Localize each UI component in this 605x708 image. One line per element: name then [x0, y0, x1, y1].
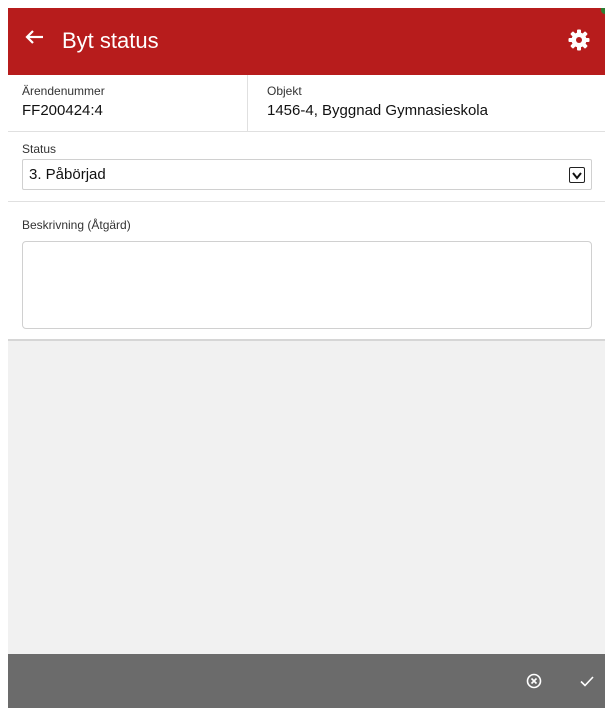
circle-x-icon — [526, 673, 542, 689]
checkmark-icon — [580, 676, 594, 687]
cancel-button[interactable] — [522, 669, 546, 693]
status-indicator — [601, 8, 605, 14]
back-button[interactable] — [22, 28, 48, 54]
description-label: Beskrivning (Åtgärd) — [22, 218, 131, 232]
object-cell: Objekt 1456-4, Byggnad Gymnasieskola — [248, 75, 605, 132]
case-number-value: FF200424:4 — [22, 102, 103, 119]
status-selected-value: 3. Påbörjad — [29, 166, 106, 183]
status-select[interactable]: 3. Påbörjad — [22, 159, 592, 190]
description-section: Beskrivning (Åtgärd) — [8, 203, 605, 339]
app-window: Byt status Ärendenummer FF200424:4 Objek… — [8, 8, 605, 708]
gear-icon — [568, 29, 590, 51]
description-textarea[interactable] — [22, 241, 592, 329]
object-label: Objekt — [267, 84, 302, 98]
case-number-label: Ärendenummer — [22, 84, 105, 98]
status-form: Ärendenummer FF200424:4 Objekt 1456-4, B… — [8, 75, 605, 341]
info-row: Ärendenummer FF200424:4 Objekt 1456-4, B… — [8, 75, 605, 132]
arrow-left-icon — [25, 30, 43, 44]
page-title: Byt status — [62, 28, 159, 53]
object-value: 1456-4, Byggnad Gymnasieskola — [267, 102, 488, 119]
case-number-cell: Ärendenummer FF200424:4 — [8, 75, 248, 132]
app-header: Byt status — [8, 8, 605, 75]
confirm-button[interactable] — [575, 669, 599, 693]
chevron-down-icon[interactable] — [569, 167, 585, 183]
action-footer — [8, 654, 605, 708]
settings-button[interactable] — [567, 28, 591, 52]
status-label: Status — [22, 142, 57, 156]
status-section: Status 3. Påbörjad — [8, 132, 605, 202]
